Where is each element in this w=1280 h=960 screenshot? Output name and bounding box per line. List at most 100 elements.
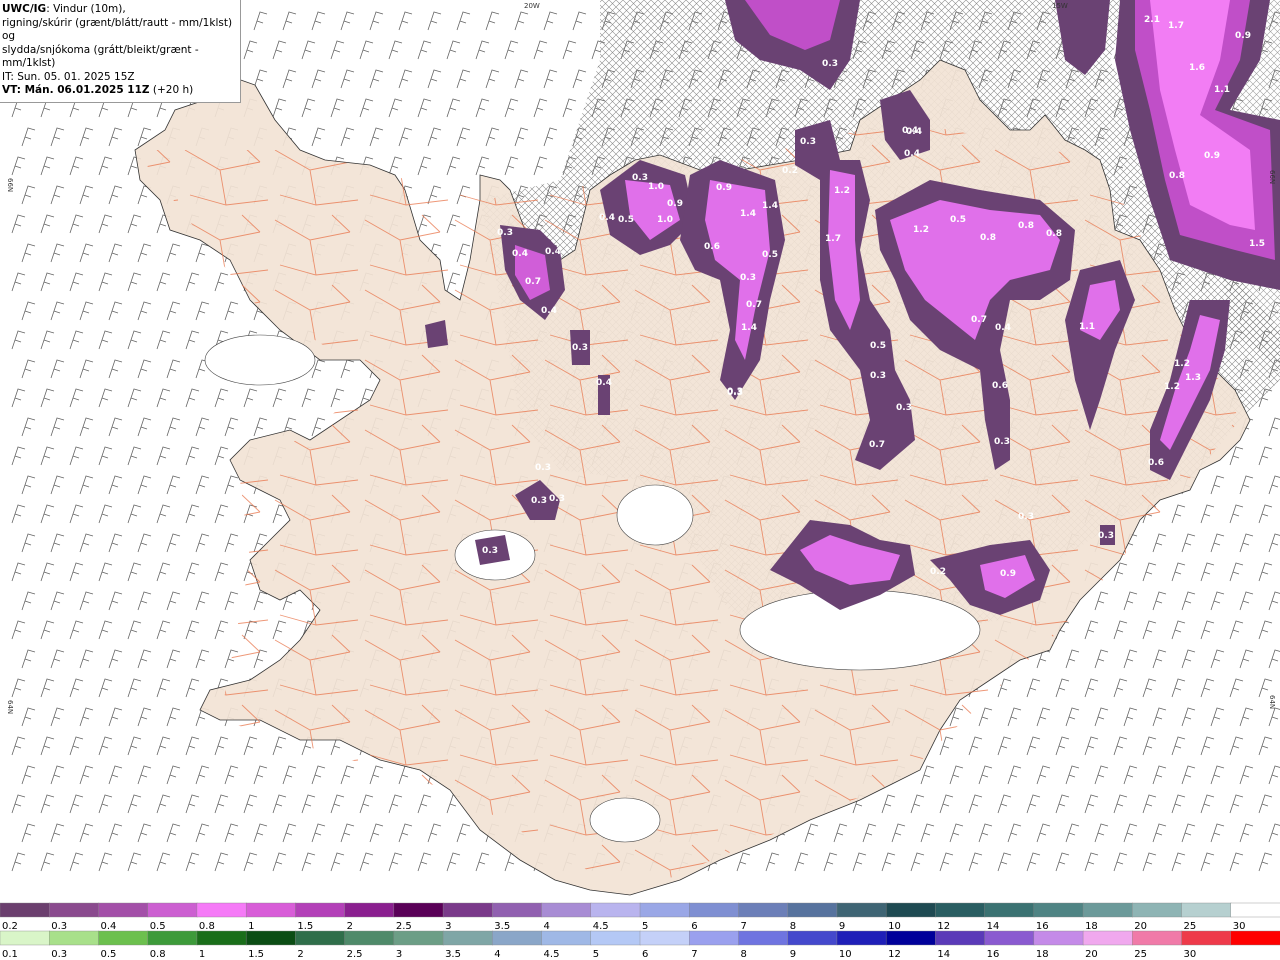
legend-tick-label: 3 bbox=[445, 921, 451, 932]
precip-value-label: 1.6 bbox=[1189, 63, 1205, 73]
legend-swatch bbox=[639, 930, 690, 946]
legend-swatch bbox=[1230, 930, 1280, 946]
precip-value-label: 0.9 bbox=[1204, 151, 1220, 161]
grid-label-64n-right: 64N bbox=[1268, 695, 1276, 709]
precip-value-label: 0.8 bbox=[1018, 221, 1034, 231]
legend-tick-label: 0.3 bbox=[51, 949, 67, 960]
legend-tick-label: 8 bbox=[790, 921, 796, 932]
legend-tick-label: 3.5 bbox=[445, 949, 461, 960]
legend-swatch bbox=[442, 930, 494, 946]
precip-value-label: 1.4 bbox=[740, 209, 756, 219]
legend-swatch bbox=[147, 902, 198, 918]
map-title-box: UWC/IG: Vindur (10m), rigning/skúrir (gr… bbox=[0, 0, 241, 103]
legend-swatch bbox=[885, 930, 937, 946]
precip-value-label: 0.4 bbox=[545, 247, 561, 257]
legend-tick-label: 6 bbox=[642, 949, 648, 960]
grid-label-64n-left: 64N bbox=[6, 700, 14, 714]
precip-value-label: 0.8 bbox=[980, 233, 996, 243]
precip-value-label: 1.0 bbox=[657, 215, 673, 225]
legend-tick-label: 9 bbox=[839, 921, 845, 932]
legend-tick-label: 0.8 bbox=[199, 921, 215, 932]
legend-swatch bbox=[541, 930, 592, 946]
legend-tick-label: 10 bbox=[888, 921, 901, 932]
precip-value-label: 0.4 bbox=[906, 127, 922, 137]
legend-swatch bbox=[393, 902, 444, 918]
precip-value-label: 0.5 bbox=[870, 341, 886, 351]
legend-swatch bbox=[98, 902, 149, 918]
precip-value-label: 0.4 bbox=[512, 249, 528, 259]
legend-tick-label: 0.2 bbox=[2, 921, 18, 932]
precip-value-label: 0.9 bbox=[716, 183, 732, 193]
legend-tick-label: 7 bbox=[740, 921, 746, 932]
legend-tick-label: 16 bbox=[987, 949, 1000, 960]
legend-swatch bbox=[1132, 930, 1183, 946]
grid-label-66n-right: 66N bbox=[1268, 170, 1276, 184]
legend-tick-label: 3 bbox=[396, 949, 402, 960]
legend-tick-label: 0.3 bbox=[51, 921, 67, 932]
legend-swatch bbox=[98, 930, 149, 946]
legend-swatch bbox=[885, 902, 937, 918]
title-wind: : Vindur (10m), bbox=[46, 3, 126, 15]
legend-tick-label: 2 bbox=[297, 949, 303, 960]
legend-tick-label: 1 bbox=[248, 921, 254, 932]
valid-time: VT: Mán. 06.01.2025 11Z bbox=[2, 84, 150, 96]
legend-tick-label: 14 bbox=[987, 921, 1000, 932]
precip-value-label: 1.2 bbox=[834, 186, 850, 196]
precip-value-label: 0.4 bbox=[596, 378, 612, 388]
precip-value-label: 0.7 bbox=[971, 315, 987, 325]
legend-tick-label: 20 bbox=[1085, 949, 1098, 960]
legend-tick-label: 18 bbox=[1085, 921, 1098, 932]
precip-value-label: 0.3 bbox=[572, 343, 588, 353]
legend-swatch bbox=[49, 930, 100, 946]
legend-swatch bbox=[590, 902, 641, 918]
legend-swatch bbox=[1082, 902, 1134, 918]
precip-value-label: 0.5 bbox=[762, 250, 778, 260]
precip-value-label: 0.3 bbox=[994, 437, 1010, 447]
legend-swatch bbox=[984, 902, 1035, 918]
legend-tick-label: 1.5 bbox=[297, 921, 313, 932]
precip-value-label: 0.5 bbox=[950, 215, 966, 225]
legend-swatch bbox=[0, 930, 50, 946]
grid-label-15w: 15W bbox=[1052, 2, 1068, 10]
precip-value-label: 0.3 bbox=[870, 371, 886, 381]
legend-swatch bbox=[738, 930, 789, 946]
color-legend: 0.2 0.3 0.4 0.5 0.8 1 1.5 2 2.5 3 3.5 4 4.5 5 6 7 8 9 10 12… bbox=[0, 902, 1280, 960]
legend-swatch bbox=[0, 902, 50, 918]
legend-tick-label: 14 bbox=[937, 949, 950, 960]
legend-swatch bbox=[738, 902, 789, 918]
precip-value-label: 0.4 bbox=[995, 323, 1011, 333]
forecast-lead: (+20 h) bbox=[149, 84, 194, 96]
precip-value-label: 0.3 bbox=[549, 494, 565, 504]
precip-value-label: 0.7 bbox=[746, 300, 762, 310]
weather-map: 20W 15W 66N 66N 64N 64N 2.1 1.7 0.9 1.6 1.1 0… bbox=[0, 0, 1280, 902]
precip-value-label: 0.9 bbox=[1235, 31, 1251, 41]
precip-value-label: 0.3 bbox=[632, 173, 648, 183]
precip-value-label: 1.7 bbox=[825, 234, 841, 244]
legend-swatch bbox=[935, 902, 986, 918]
legend-tick-label: 7 bbox=[691, 949, 697, 960]
legend-swatch bbox=[245, 930, 297, 946]
legend-tick-label: 9 bbox=[790, 949, 796, 960]
legend-tick-label: 4 bbox=[494, 949, 500, 960]
precip-value-label: 1.7 bbox=[1168, 21, 1184, 31]
legend-tick-label: 1 bbox=[199, 949, 205, 960]
legend-tick-label: 12 bbox=[888, 949, 901, 960]
precip-value-label: 0.3 bbox=[535, 463, 551, 473]
lake-west bbox=[204, 334, 316, 386]
legend-tick-label: 1.5 bbox=[248, 949, 264, 960]
precip-value-label: 1.1 bbox=[1079, 322, 1095, 332]
glacier-myrdalsjokull bbox=[589, 797, 661, 843]
precip-value-label: 1.2 bbox=[913, 225, 929, 235]
precip-value-label: 0.5 bbox=[618, 215, 634, 225]
precip-value-label: 0.3 bbox=[1018, 512, 1034, 522]
title-rain-desc: rigning/skúrir (grænt/blátt/rautt - mm/1… bbox=[2, 16, 233, 43]
legend-swatch bbox=[1181, 930, 1232, 946]
legend-tick-label: 2.5 bbox=[347, 949, 363, 960]
product-name: UWC/IG bbox=[2, 3, 47, 15]
legend-tick-label: 0.4 bbox=[100, 921, 116, 932]
precip-value-label: 0.3 bbox=[1098, 531, 1114, 541]
legend-swatch bbox=[1181, 902, 1232, 918]
legend-tick-label: 2 bbox=[347, 921, 353, 932]
legend-tick-label: 4 bbox=[544, 921, 550, 932]
precip-value-label: 0.4 bbox=[904, 149, 920, 159]
